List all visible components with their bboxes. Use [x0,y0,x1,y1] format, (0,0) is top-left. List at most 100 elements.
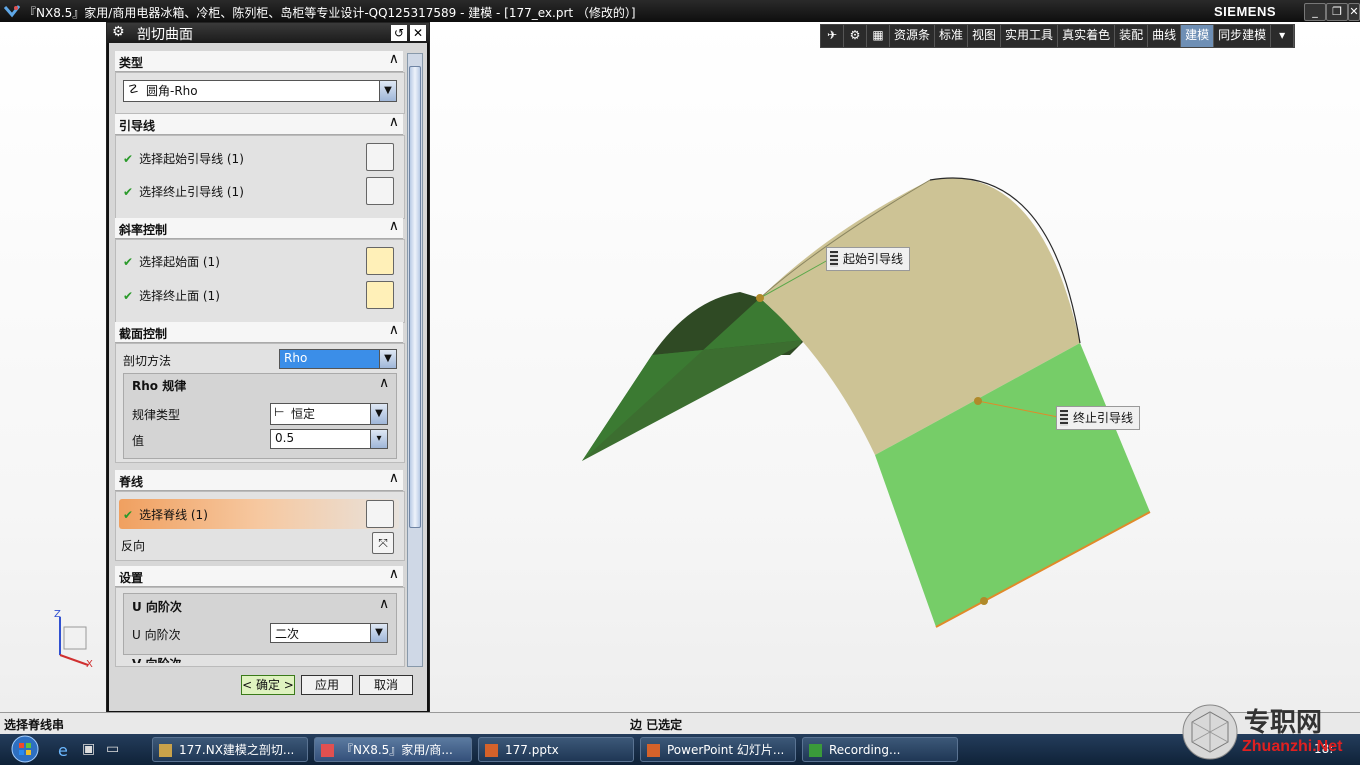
tab-true-shading[interactable]: 真实着色 [1058,25,1116,47]
collapse-icon[interactable]: ∧ [389,218,399,234]
collapse-icon[interactable]: ∧ [389,566,399,582]
watermark: 专职网 Zhuanzhi.Net [1180,700,1360,765]
law-type-dropdown[interactable]: 恒定 ⊢ ▼ [270,403,388,425]
value-input[interactable]: 0.5 ▾ [270,429,388,449]
collapse-icon[interactable]: ∧ [379,596,389,612]
gear-icon[interactable]: ⚙ [844,25,867,47]
task-label: 177.pptx [505,743,559,757]
end-face-row[interactable]: ✔ 选择终止面 (1) [123,287,220,304]
end-face-select-label: 选择终止面 (1) [139,289,220,303]
spine-point[interactable] [980,597,988,605]
taskbar-pptx[interactable]: 177.pptx [478,737,634,762]
collapse-icon[interactable]: ∧ [379,375,389,391]
close-icon[interactable]: ✕ [410,25,426,41]
start-guide-point[interactable] [756,294,764,302]
close-window-button[interactable]: ✕ [1348,3,1360,21]
chevron-down-icon[interactable]: ▼ [379,350,396,368]
title-bar: 『NX8.5』家用/商用电器冰箱、冷柜、陈列柜、岛柜等专业设计-QQ125317… [0,0,1360,22]
start-guide-label: 起始引导线 [843,252,904,266]
section-method-dropdown[interactable]: Rho ▼ [279,349,397,369]
section-control-header[interactable]: 截面控制 ∧ [115,322,403,343]
end-guide-callout: 终止引导线 [1056,406,1141,430]
overflow-menu-icon[interactable]: ▾ [1271,25,1295,47]
tab-modeling[interactable]: 建模 [1181,25,1215,47]
section-method-value: Rho [284,351,308,365]
cancel-button[interactable]: 取消 [359,675,413,695]
collapse-icon[interactable]: ∧ [389,114,399,130]
end-guide-point[interactable] [974,397,982,405]
face-select-icon[interactable] [366,247,394,275]
settings-section-header[interactable]: 设置 ∧ [115,566,403,587]
nx-icon [321,744,334,757]
end-guide-row[interactable]: ✔ 选择终止引导线 (1) [123,183,244,200]
ok-button[interactable]: < 确定 > [241,675,295,695]
tab-standard[interactable]: 标准 [935,25,969,47]
chevron-down-icon[interactable]: ▼ [379,81,396,101]
ribbon-toolbar: ✈ ⚙ ▦ 资源条 标准 视图 实用工具 真实着色 装配 曲线 建模 同步建模 … [820,24,1296,48]
reverse-direction-icon[interactable]: ⤧ [372,532,394,554]
spine-select-row[interactable]: ✔ 选择脊线 (1) [123,506,208,523]
guide-section-body [115,135,405,219]
check-icon: ✔ [123,152,134,166]
tab-view[interactable]: 视图 [968,25,1002,47]
curve-select-icon[interactable] [366,177,394,205]
folder-icon [159,744,172,757]
tab-resource-bar[interactable]: 资源条 [890,25,936,47]
collapse-icon[interactable]: ∧ [389,322,399,338]
dialog-title: 剖切曲面 [137,27,193,43]
start-button-icon[interactable] [6,734,44,765]
taskbar-folder[interactable]: 177.NX建模之剖切... [152,737,308,762]
type-section-header[interactable]: 类型 ∧ [115,51,403,72]
grid-icon[interactable]: ▦ [867,25,890,47]
reset-icon[interactable]: ↺ [391,25,407,41]
check-icon: ✔ [123,508,134,522]
guide-section-header[interactable]: 引导线 ∧ [115,114,403,135]
value-text: 0.5 [275,431,295,445]
start-guide-row[interactable]: ✔ 选择起始引导线 (1) [123,150,244,167]
chevron-down-icon[interactable]: ▼ [370,624,387,642]
tab-curve[interactable]: 曲线 [1148,25,1182,47]
u-order-label: U 向阶次 [132,628,181,642]
tab-utility[interactable]: 实用工具 [1001,25,1059,47]
restore-button[interactable]: ❐ [1326,3,1348,21]
spine-section-header[interactable]: 脊线 ∧ [115,470,403,491]
collapse-icon[interactable]: ∧ [389,51,399,67]
collapse-icon[interactable]: ∧ [389,470,399,486]
check-icon: ✔ [123,289,134,303]
settings-section-label: 设置 [119,571,144,585]
curve-select-icon[interactable] [366,500,394,528]
start-face-row[interactable]: ✔ 选择起始面 (1) [123,253,220,270]
show-desktop-icon[interactable]: ▭ [106,741,119,757]
law-type-label: 规律类型 [132,408,181,422]
nx-menu-icon[interactable]: ✈ [821,25,844,47]
taskbar-recording[interactable]: Recording... [802,737,958,762]
task-label: 177.NX建模之剖切... [179,743,295,757]
ie-icon[interactable]: e [58,741,68,760]
face-select-icon[interactable] [366,281,394,309]
taskbar-slideshow[interactable]: PowerPoint 幻灯片... [640,737,796,762]
explorer-icon[interactable]: ▣ [82,741,95,757]
tab-sync-modeling[interactable]: 同步建模 [1214,25,1272,47]
reverse-label: 反向 [121,539,146,553]
dialog-scrollbar[interactable] [407,53,423,667]
v-order-header: V 向阶次 [132,655,181,663]
dialog-settings-icon[interactable]: ⚙ [112,24,125,40]
scroll-thumb[interactable] [409,66,421,528]
minimize-button[interactable]: _ [1304,3,1326,21]
spine-select-label: 选择脊线 (1) [139,508,208,522]
start-face-select-label: 选择起始面 (1) [139,255,220,269]
taskbar: e ▣ ▭ 177.NX建模之剖切... 『NX8.5』家用/商... 177.… [0,734,1360,765]
stepper-icon[interactable]: ▾ [370,430,387,448]
dialog-header: ⚙ 剖切曲面 ↺ ✕ [107,23,429,43]
brand-label: SIEMENS [1214,4,1277,19]
spine-section-label: 脊线 [119,475,144,489]
type-dropdown[interactable]: 圆角-Rho ☡ ▼ [123,80,397,102]
curve-select-icon[interactable] [366,143,394,171]
u-order-dropdown[interactable]: 二次 ▼ [270,623,388,643]
slope-section-header[interactable]: 斜率控制 ∧ [115,218,403,239]
chevron-down-icon[interactable]: ▼ [370,404,387,424]
tab-assembly[interactable]: 装配 [1115,25,1149,47]
taskbar-nx[interactable]: 『NX8.5』家用/商... [314,737,472,762]
apply-button[interactable]: 应用 [301,675,353,695]
value-label: 值 [132,434,145,448]
